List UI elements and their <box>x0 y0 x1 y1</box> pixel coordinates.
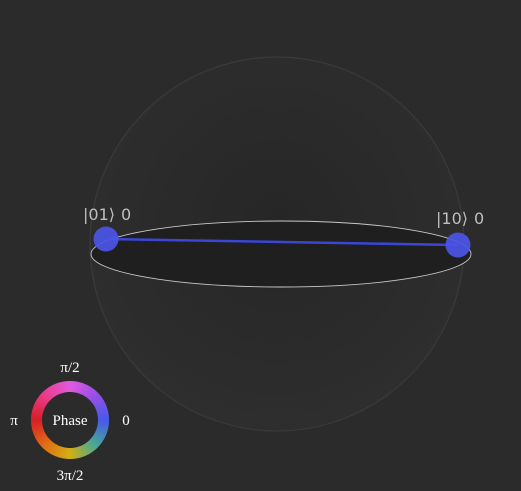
phase-wheel-bottom-label: 3π/2 <box>57 468 84 484</box>
phase-wheel-legend: Phase π/2 π 0 3π/2 <box>10 360 130 484</box>
state-point-10[interactable] <box>445 232 471 258</box>
phase-wheel-center-label: Phase <box>53 413 88 429</box>
phase-wheel-right-label: 0 <box>122 413 130 429</box>
state-label-10: |10⟩ 0 <box>436 209 484 228</box>
state-sphere-view: |01⟩ 0 |10⟩ 0 Phase π/2 π 0 3π/2 <box>0 0 521 491</box>
phase-wheel-left-label: π <box>10 413 18 429</box>
state-label-01: |01⟩ 0 <box>83 205 131 224</box>
equator-disk <box>90 220 472 288</box>
state-sphere-canvas[interactable]: |01⟩ 0 |10⟩ 0 Phase π/2 π 0 3π/2 <box>0 0 521 491</box>
state-point-01[interactable] <box>93 226 119 252</box>
phase-wheel-top-label: π/2 <box>60 360 79 376</box>
